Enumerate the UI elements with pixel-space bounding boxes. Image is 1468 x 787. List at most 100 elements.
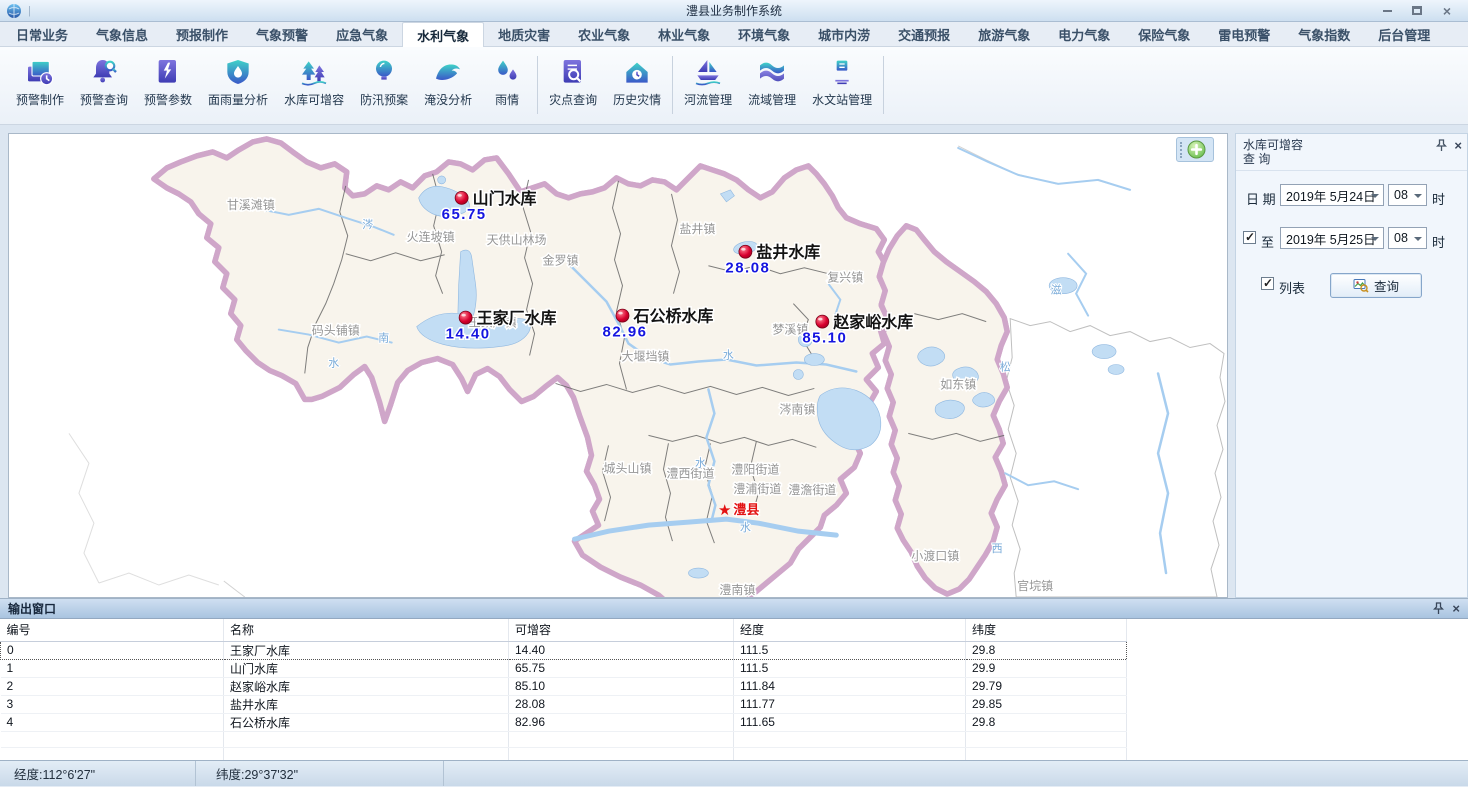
inundation-analysis-button[interactable]: 淹没分析 [416, 54, 480, 110]
town-label: 澧南镇 [719, 582, 755, 597]
table-cell: 29.8 [966, 641, 1127, 659]
menu-tab-1[interactable]: 日常业务 [2, 22, 82, 46]
river-manage-button[interactable]: 河流管理 [676, 54, 740, 110]
disaster-history-button[interactable]: 历史灾情 [605, 54, 669, 110]
list-checkbox[interactable] [1261, 277, 1274, 290]
table-cell [966, 731, 1127, 747]
town-label: 码头铺镇 [312, 324, 360, 338]
table-cell: 3 [1, 695, 224, 713]
warning-query-button[interactable]: 预警查询 [72, 54, 136, 110]
reservoir-marker[interactable] [816, 315, 829, 328]
maximize-button[interactable] [1402, 2, 1432, 19]
menu-tab-17[interactable]: 气象指数 [1284, 22, 1364, 46]
menu-tab-14[interactable]: 电力气象 [1044, 22, 1124, 46]
menu-tab-13[interactable]: 旅游气象 [964, 22, 1044, 46]
window-controls: × [1372, 2, 1462, 19]
menu-tab-2[interactable]: 气象信息 [82, 22, 162, 46]
reservoir-capacity-button[interactable]: 水库可增容 [276, 54, 352, 110]
menu-tab-10[interactable]: 环境气象 [724, 22, 804, 46]
area-rainfall-button[interactable]: 面雨量分析 [200, 54, 276, 110]
town-label: 涔南镇 [779, 401, 815, 416]
warning-create-button[interactable]: 预警制作 [8, 54, 72, 110]
menu-tab-6[interactable]: 水利气象 [402, 22, 484, 47]
menu-tab-16[interactable]: 雷电预警 [1204, 22, 1284, 46]
table-cell: 29.8 [966, 713, 1127, 731]
table-row[interactable]: 0王家厂水库14.40111.529.8 [1, 641, 1127, 659]
empty-row [1, 731, 1127, 747]
warning-params-button[interactable]: 预警参数 [136, 54, 200, 110]
hour-unit-label: 时 [1432, 189, 1445, 208]
table-cell: 111.5 [734, 641, 966, 659]
table-cell: 65.75 [509, 659, 734, 677]
outside-boundary [69, 433, 99, 583]
menu-tab-11[interactable]: 城市内涝 [804, 22, 884, 46]
pin-icon[interactable] [1436, 139, 1447, 152]
menu-tab-8[interactable]: 农业气象 [564, 22, 644, 46]
table-cell: 石公桥水库 [224, 713, 509, 731]
table-row[interactable]: 3盐井水库28.08111.7729.85 [1, 695, 1127, 713]
chart-search-icon [1353, 278, 1369, 293]
table-cell: 盐井水库 [224, 695, 509, 713]
output-close-icon[interactable]: × [1452, 603, 1460, 614]
reservoir-marker[interactable] [455, 191, 468, 204]
table-cell [509, 731, 734, 747]
pin-icon[interactable] [1433, 602, 1444, 615]
river-label: 南 [378, 332, 389, 345]
reservoir-marker[interactable] [616, 309, 629, 322]
drag-handle-icon[interactable] [1180, 142, 1184, 158]
panel-title: 水库可增容 查 询 [1243, 138, 1303, 166]
menu-tab-5[interactable]: 应急气象 [322, 22, 402, 46]
rain-info-button[interactable]: 雨情 [480, 54, 534, 110]
reservoir-marker[interactable] [459, 311, 472, 324]
reservoir-marker[interactable] [739, 245, 752, 258]
table-row[interactable]: 1山门水库65.75111.529.9 [1, 659, 1127, 677]
map-canvas[interactable]: 甘溪滩镇火连坡镇天供山林场金罗镇盐井镇复兴镇码头铺镇梦溪镇大堰垱镇涔南镇如东镇城… [8, 133, 1228, 598]
sailboat-icon [692, 56, 724, 88]
minimize-button[interactable] [1372, 2, 1402, 19]
menu-tab-9[interactable]: 林业气象 [644, 22, 724, 46]
to-date-checkbox[interactable] [1243, 231, 1256, 244]
hydrostation-manage-button[interactable]: 水文站管理 [804, 54, 880, 110]
table-cell: 29.79 [966, 677, 1127, 695]
column-header: 可增容 [509, 619, 734, 641]
column-header: 经度 [734, 619, 966, 641]
table-cell: 4 [1, 713, 224, 731]
hour-from-select[interactable]: 08 [1388, 184, 1427, 206]
panel-splitter[interactable] [1228, 133, 1235, 598]
table-cell: 28.08 [509, 695, 734, 713]
menu-tab-7[interactable]: 地质灾害 [484, 22, 564, 46]
county-map: 甘溪滩镇火连坡镇天供山林场金罗镇盐井镇复兴镇码头铺镇梦溪镇大堰垱镇涔南镇如东镇城… [9, 134, 1227, 597]
date-from-select[interactable]: 2019年 5月24日 [1280, 184, 1384, 206]
town-label: 澧澹街道 [788, 483, 836, 497]
hour-to-select[interactable]: 08 [1388, 227, 1427, 249]
town-label: 复兴镇 [827, 271, 863, 285]
to-label: 至 [1261, 232, 1274, 251]
menu-tab-18[interactable]: 后台管理 [1364, 22, 1444, 46]
documents-clock-icon [24, 56, 56, 88]
column-header: 名称 [224, 619, 509, 641]
disaster-point-query-button[interactable]: 灾点查询 [541, 54, 605, 110]
menu-tab-12[interactable]: 交通预报 [884, 22, 964, 46]
menu-tab-15[interactable]: 保险气象 [1124, 22, 1204, 46]
table-cell: 111.84 [734, 677, 966, 695]
bell-search-icon [88, 56, 120, 88]
trees-water-icon [298, 56, 330, 88]
river-label: 涔 [362, 217, 373, 231]
panel-close-icon[interactable]: × [1454, 140, 1462, 151]
query-button[interactable]: 查询 [1330, 273, 1422, 298]
close-button[interactable]: × [1432, 2, 1462, 19]
zoom-in-button[interactable] [1187, 140, 1206, 159]
table-cell [734, 731, 966, 747]
table-cell: 111.65 [734, 713, 966, 731]
toolbar-separator [537, 56, 538, 114]
menu-tab-4[interactable]: 气象预警 [242, 22, 322, 46]
table-row[interactable]: 2赵家峪水库85.10111.8429.79 [1, 677, 1127, 695]
table-row[interactable]: 4石公桥水库82.96111.6529.8 [1, 713, 1127, 731]
river-label: 松 [1000, 359, 1011, 373]
menu-tab-3[interactable]: 预报制作 [162, 22, 242, 46]
flood-plan-button[interactable]: 防汛预案 [352, 54, 416, 110]
date-to-select[interactable]: 2019年 5月25日 [1280, 227, 1384, 249]
layered-waves-icon [756, 56, 788, 88]
plus-icon [1187, 140, 1206, 159]
basin-manage-button[interactable]: 流域管理 [740, 54, 804, 110]
